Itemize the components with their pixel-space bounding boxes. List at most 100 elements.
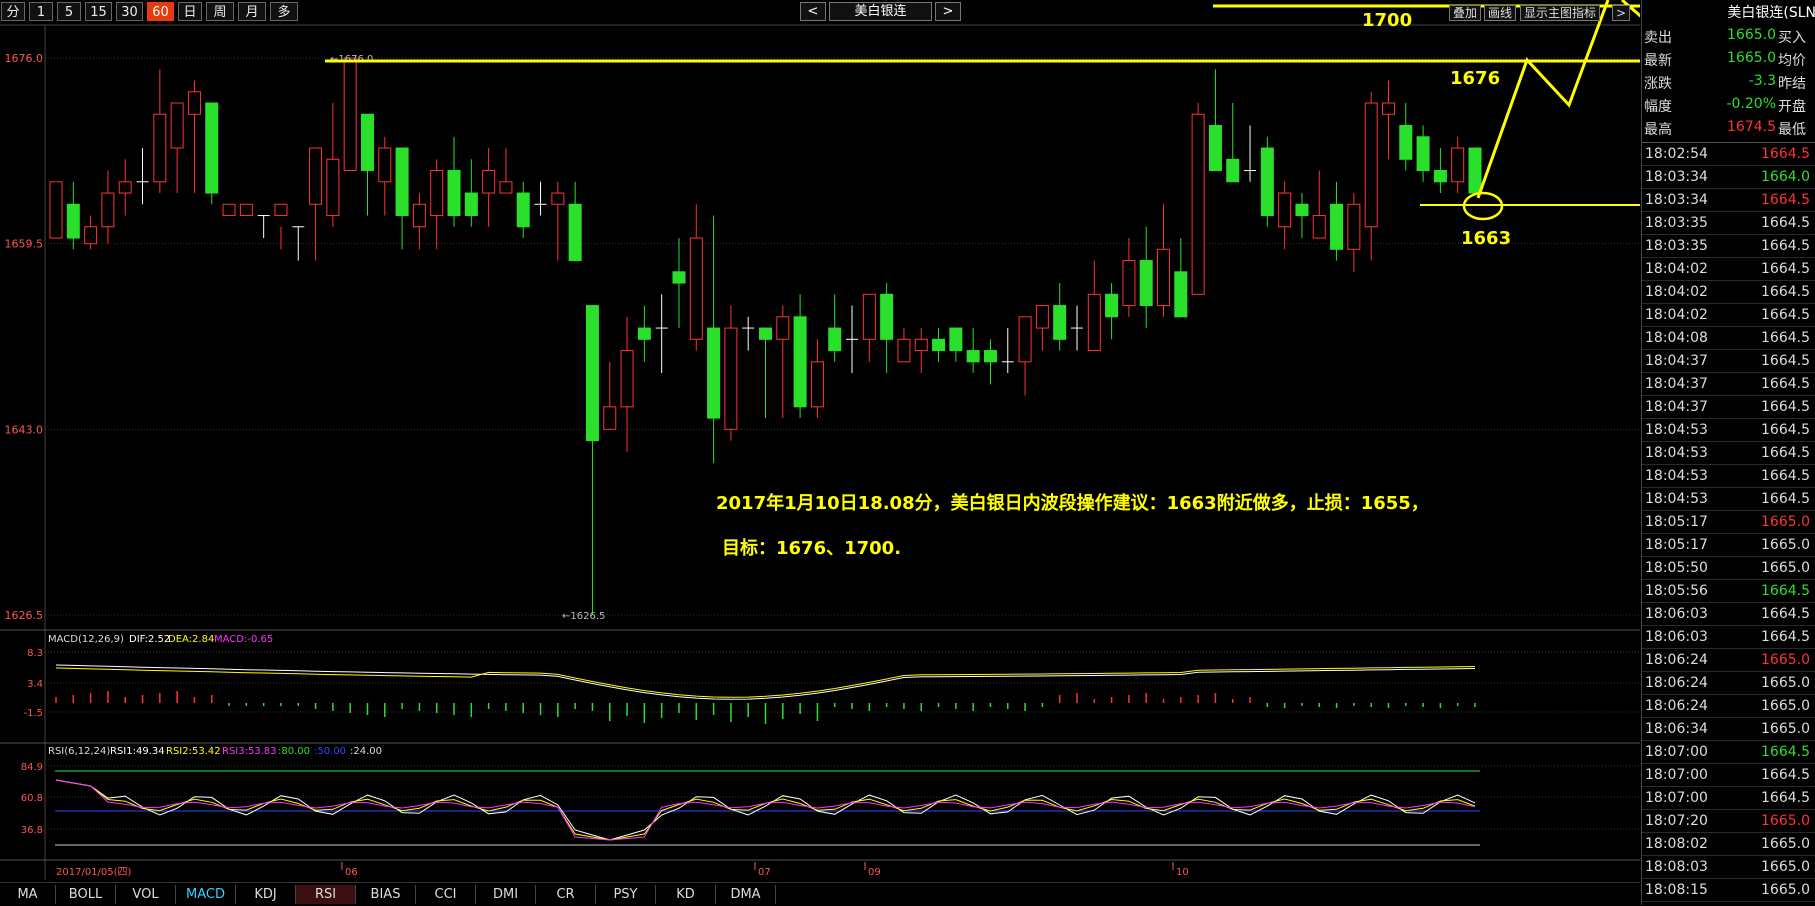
tick-row: 18:05:50 1665.0 <box>1642 557 1815 580</box>
tick-price: 1664.5 <box>1761 261 1810 277</box>
indicator-tab-cr[interactable]: CR <box>536 885 596 904</box>
tick-price: 1664.5 <box>1761 422 1810 438</box>
rsi-tick-label: 84.9 <box>21 762 43 773</box>
tick-time: 18:05:56 <box>1645 583 1708 599</box>
macd-dif-label: DIF:2.52 <box>129 634 170 645</box>
tick-time: 18:07:20 <box>1645 813 1708 829</box>
tick-price: 1665.0 <box>1761 514 1810 530</box>
period-button-0[interactable]: 分 <box>1 2 25 21</box>
macd-value-label: MACD:-0.65 <box>214 634 273 645</box>
period-button-6[interactable]: 日 <box>178 2 202 21</box>
tick-time: 18:03:35 <box>1645 238 1708 254</box>
rsi-l80-label: :80.00 <box>278 746 310 757</box>
tick-time: 18:04:37 <box>1645 353 1708 369</box>
tick-row: 18:05:17 1665.0 <box>1642 511 1815 534</box>
indicator-tab-kdj[interactable]: KDJ <box>236 885 296 904</box>
chart-tool-button-1[interactable]: 画线 <box>1484 5 1517 21</box>
date-label: 09 <box>868 867 881 878</box>
indicator-tab-bias[interactable]: BIAS <box>356 885 416 904</box>
indicator-tab-dma[interactable]: DMA <box>716 885 776 904</box>
instrument-name-button[interactable]: 美白银连 <box>829 2 932 21</box>
period-button-1[interactable]: 1 <box>29 2 53 21</box>
tick-row: 18:08:15 1665.0 <box>1642 879 1815 902</box>
period-button-5[interactable]: 60 <box>147 2 174 21</box>
quote-row-value: 1665.0 <box>1727 50 1776 66</box>
indicator-tab-dmi[interactable]: DMI <box>476 885 536 904</box>
candle-body <box>1087 293 1101 352</box>
rsi-tick-label: 60.8 <box>21 793 43 804</box>
candle-body <box>1226 158 1240 183</box>
tick-price: 1664.5 <box>1761 192 1810 208</box>
price-tick-label: 1676.0 <box>5 52 44 65</box>
candle-body <box>412 203 426 228</box>
tick-price: 1664.5 <box>1761 376 1810 392</box>
period-button-8[interactable]: 月 <box>238 2 266 21</box>
tick-row: 18:04:02 1664.5 <box>1642 281 1815 304</box>
quote-row-label: 卖出 <box>1644 30 1672 46</box>
tick-row: 18:05:56 1664.5 <box>1642 580 1815 603</box>
period-button-2[interactable]: 5 <box>57 2 81 21</box>
candle-body <box>689 237 703 340</box>
indicator-tab-cci[interactable]: CCI <box>416 885 476 904</box>
indicator-tab-boll[interactable]: BOLL <box>56 885 116 904</box>
tick-time: 18:05:50 <box>1645 560 1708 576</box>
candle-body <box>914 338 928 352</box>
tick-time: 18:06:03 <box>1645 629 1708 645</box>
candle-body <box>205 102 219 194</box>
candle-body <box>637 327 651 340</box>
tick-time: 18:07:00 <box>1645 790 1708 806</box>
candle-body <box>360 113 374 172</box>
candle-body <box>1364 102 1378 228</box>
candle-body <box>1035 305 1049 329</box>
rsi1-label: RSI1:49.34 <box>110 746 165 757</box>
indicator-tab-psy[interactable]: PSY <box>596 885 656 904</box>
candle-body <box>153 113 167 183</box>
date-label: 2017/01/05(四) <box>56 867 132 878</box>
quote-title: 美白银连(SLN <box>1727 5 1815 21</box>
candle-body <box>1347 203 1361 250</box>
tick-time: 18:06:24 <box>1645 698 1708 714</box>
chart-tool-button-2[interactable]: 显示主图指标 <box>1520 5 1601 21</box>
indicator-tab-rsi[interactable]: RSI <box>296 885 356 904</box>
period-button-7[interactable]: 周 <box>206 2 234 21</box>
tick-price: 1664.5 <box>1761 146 1810 162</box>
chart-tool-button-0[interactable]: 叠加 <box>1449 5 1482 21</box>
tick-time: 18:07:00 <box>1645 744 1708 760</box>
tick-row: 18:08:02 1665.0 <box>1642 833 1815 856</box>
candle-body <box>707 327 721 419</box>
candle-body <box>326 158 340 217</box>
macd-label: MACD(12,26,9) <box>48 634 124 645</box>
period-button-9[interactable]: 多 <box>270 2 298 21</box>
tick-row: 18:03:35 1664.5 <box>1642 235 1815 258</box>
indicator-tab-macd[interactable]: MACD <box>176 885 236 904</box>
tick-price: 1665.0 <box>1761 882 1810 898</box>
chart-tool-button-4[interactable]: > <box>1612 5 1631 21</box>
tick-price: 1664.5 <box>1761 767 1810 783</box>
indicator-tab-kd[interactable]: KD <box>656 885 716 904</box>
quote-row-value: 1665.0 <box>1727 27 1776 43</box>
rsi1-line <box>55 779 1476 841</box>
kline-chart[interactable]: 1676.01659.51643.01626.5←1676.0←1626.5MA… <box>0 0 1640 905</box>
tick-row: 18:03:34 1664.5 <box>1642 189 1815 212</box>
indicator-tab-ma[interactable]: MA <box>0 885 56 904</box>
date-label: 06 <box>345 867 358 878</box>
macd-dea-label: DEA:2.84 <box>168 634 214 645</box>
price-tick-label: 1626.5 <box>5 609 44 622</box>
candle-body <box>239 203 253 217</box>
quote-row: 卖出 1665.0 买入 <box>1642 25 1815 47</box>
tick-price: 1664.5 <box>1761 491 1810 507</box>
candle-body <box>672 271 686 284</box>
rsi2-label: RSI2:53.42 <box>166 746 221 757</box>
tick-price: 1664.5 <box>1761 238 1810 254</box>
candle-body <box>603 406 617 430</box>
period-button-4[interactable]: 30 <box>116 2 143 21</box>
annotation-note-line2: 目标：1676、1700. <box>722 538 902 559</box>
indicator-tab-vol[interactable]: VOL <box>116 885 176 904</box>
quote-row-value: -0.20% <box>1726 96 1776 112</box>
candle-body <box>222 203 236 217</box>
candle-body <box>759 327 772 340</box>
next-instrument-button[interactable]: > <box>935 2 961 21</box>
rsi-l50-label: :50.00 <box>314 746 346 757</box>
period-button-3[interactable]: 15 <box>85 2 112 21</box>
prev-instrument-button[interactable]: < <box>800 2 826 21</box>
